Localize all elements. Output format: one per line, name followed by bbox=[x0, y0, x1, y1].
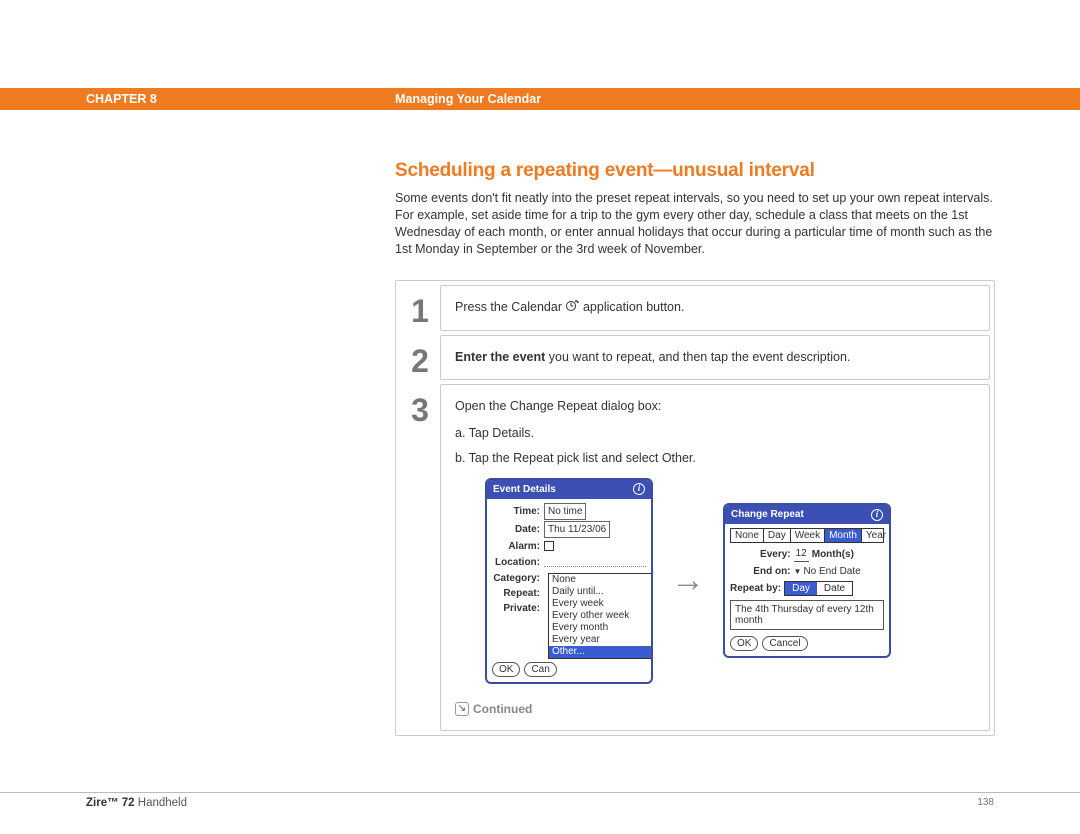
calendar-icon bbox=[565, 299, 579, 319]
content-area: Scheduling a repeating event—unusual int… bbox=[395, 160, 995, 736]
arrow-right-icon: → bbox=[671, 555, 705, 606]
step1-text-b: application button. bbox=[583, 300, 684, 314]
time-label: Time: bbox=[492, 504, 544, 519]
step-content: Enter the event you want to repeat, and … bbox=[440, 335, 990, 380]
every-unit: Month(s) bbox=[809, 547, 854, 562]
step1-text-a: Press the Calendar bbox=[455, 300, 565, 314]
intro-paragraph: Some events don't fit neatly into the pr… bbox=[395, 190, 995, 258]
option-none[interactable]: None bbox=[549, 574, 651, 586]
dropdown-arrow-icon[interactable]: ▼ bbox=[794, 566, 802, 578]
step3-intro: Open the Change Repeat dialog box: bbox=[455, 397, 975, 416]
step-1: 1 Press the Calendar application button. bbox=[400, 285, 990, 332]
seg-day[interactable]: Day bbox=[785, 582, 817, 595]
option-other[interactable]: Other... bbox=[549, 646, 651, 658]
step2-bold: Enter the event bbox=[455, 350, 545, 364]
option-yearly[interactable]: Every year bbox=[549, 634, 651, 646]
cancel-button[interactable]: Can bbox=[524, 662, 556, 677]
product-rest: Handheld bbox=[135, 797, 187, 809]
tab-none[interactable]: None bbox=[731, 529, 764, 542]
repeat-summary: The 4th Thursday of every 12th month bbox=[730, 600, 884, 630]
location-field[interactable] bbox=[544, 557, 646, 567]
repeatby-selector: Day Date bbox=[784, 581, 853, 596]
chapter-label: CHAPTER 8 bbox=[86, 92, 157, 106]
repeatby-label: Repeat by: bbox=[730, 581, 784, 596]
product-name: Zire™ 72 Handheld bbox=[86, 797, 187, 809]
event-details-screen: Event Details i Time: No time Date: bbox=[485, 478, 653, 684]
continued-arrow-icon: ↘ bbox=[455, 702, 469, 716]
header-bar: CHAPTER 8 Managing Your Calendar bbox=[0, 88, 1080, 110]
every-value[interactable]: 12 bbox=[794, 546, 809, 562]
page-title: Scheduling a repeating event—unusual int… bbox=[395, 160, 995, 182]
product-bold: Zire™ 72 bbox=[86, 797, 135, 809]
option-monthly[interactable]: Every month bbox=[549, 622, 651, 634]
step-number: 1 bbox=[400, 285, 440, 332]
ok-button[interactable]: OK bbox=[730, 636, 758, 651]
tab-week[interactable]: Week bbox=[791, 529, 825, 542]
alarm-label: Alarm: bbox=[492, 539, 544, 554]
private-label: Private: bbox=[492, 601, 544, 616]
step-content: Open the Change Repeat dialog box: a. Ta… bbox=[440, 384, 990, 730]
tab-month[interactable]: Month bbox=[825, 529, 862, 542]
step3-b: b. Tap the Repeat pick list and select O… bbox=[455, 449, 975, 468]
screen-title: Event Details bbox=[493, 482, 556, 497]
repeat-dropdown[interactable]: None Daily until... Every week Every oth… bbox=[548, 573, 652, 659]
location-label: Location: bbox=[492, 555, 544, 570]
tab-year[interactable]: Year bbox=[862, 529, 890, 542]
step2-rest: you want to repeat, and then tap the eve… bbox=[545, 350, 850, 364]
tab-day[interactable]: Day bbox=[764, 529, 791, 542]
continued-indicator: ↘ Continued bbox=[455, 700, 975, 718]
section-label: Managing Your Calendar bbox=[395, 92, 541, 106]
screen-title-bar: Change Repeat i bbox=[725, 505, 889, 524]
footer: Zire™ 72 Handheld 138 bbox=[0, 792, 1080, 797]
ok-button[interactable]: OK bbox=[492, 662, 520, 677]
date-label: Date: bbox=[492, 522, 544, 537]
endon-label: End on: bbox=[753, 564, 793, 579]
cancel-button[interactable]: Cancel bbox=[762, 636, 807, 651]
time-value[interactable]: No time bbox=[544, 503, 586, 520]
option-biweekly[interactable]: Every other week bbox=[549, 610, 651, 622]
info-icon[interactable]: i bbox=[633, 483, 645, 495]
step-3: 3 Open the Change Repeat dialog box: a. … bbox=[400, 384, 990, 730]
date-value[interactable]: Thu 11/23/06 bbox=[544, 521, 610, 538]
steps-container: 1 Press the Calendar application button. bbox=[395, 280, 995, 736]
step-number: 2 bbox=[400, 335, 440, 380]
alarm-checkbox[interactable] bbox=[544, 541, 554, 551]
category-label: Category: bbox=[492, 571, 544, 586]
step-number: 3 bbox=[400, 384, 440, 730]
page-number: 138 bbox=[977, 797, 994, 808]
step3-a: a. Tap Details. bbox=[455, 424, 975, 443]
continued-label: Continued bbox=[473, 700, 532, 718]
interval-tabs: None Day Week Month Year bbox=[730, 528, 884, 543]
every-label: Every: bbox=[760, 547, 794, 562]
option-weekly[interactable]: Every week bbox=[549, 598, 651, 610]
option-daily[interactable]: Daily until... bbox=[549, 586, 651, 598]
repeat-label: Repeat: bbox=[492, 586, 544, 601]
seg-date[interactable]: Date bbox=[817, 582, 852, 595]
endon-value[interactable]: No End Date bbox=[801, 564, 860, 579]
screen-title-bar: Event Details i bbox=[487, 480, 651, 499]
step-content: Press the Calendar application button. bbox=[440, 285, 990, 332]
screen-title: Change Repeat bbox=[731, 507, 804, 522]
step-2: 2 Enter the event you want to repeat, an… bbox=[400, 335, 990, 380]
change-repeat-screen: Change Repeat i None Day Week Month Year bbox=[723, 503, 891, 658]
info-icon[interactable]: i bbox=[871, 509, 883, 521]
